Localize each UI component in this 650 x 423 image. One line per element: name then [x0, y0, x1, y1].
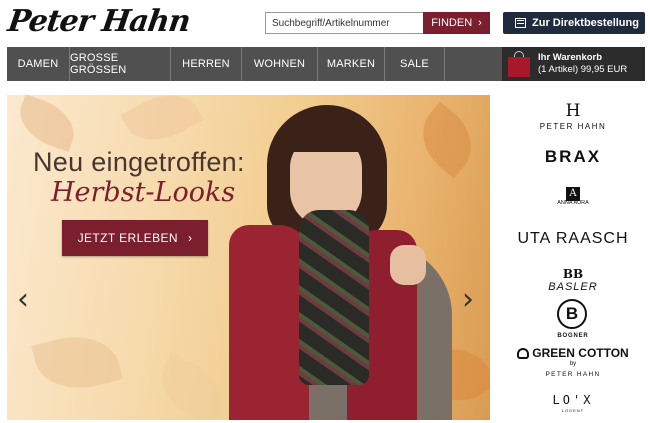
search-button[interactable]: FINDEN › — [423, 12, 490, 34]
cart-title: Ihr Warenkorb — [538, 52, 603, 63]
direct-order-button[interactable]: Zur Direktbestellung — [503, 12, 645, 34]
nav-item-marken[interactable]: MARKEN — [318, 47, 385, 81]
green-cotton-by: by — [569, 361, 577, 367]
cta-button[interactable]: JETZT ERLEBEN › — [62, 220, 208, 256]
brand-uta-raasch[interactable]: UTA RAASCH — [503, 230, 643, 248]
search-button-label: FINDEN — [431, 17, 473, 29]
carousel-next-arrow-icon[interactable]: › — [462, 285, 474, 315]
brand-sidebar: H PETER HAHN BRAX A ANNA AURA UTA RAASCH… — [503, 95, 643, 420]
hero-headline: Neu eingetroffen: — [33, 147, 245, 177]
model-vest — [229, 225, 309, 420]
bogner-icon: B — [557, 299, 587, 329]
hero-banner[interactable]: Neu eingetroffen: Herbst-Looks JETZT ERL… — [7, 95, 490, 420]
cart-summary: (1 Artikel) 99,95 EUR — [538, 64, 628, 75]
hero-subheadline: Herbst-Looks — [51, 177, 236, 208]
anna-aura-icon: A — [503, 183, 643, 201]
leaf-decoration — [120, 95, 204, 155]
leaf-decoration — [11, 95, 83, 153]
brand-basler[interactable]: BASLER — [503, 281, 643, 293]
main-nav: DAMEN GROSSE GRÖSSEN HERREN WOHNEN MARKE… — [7, 47, 645, 81]
nav-item-damen[interactable]: DAMEN — [7, 47, 70, 81]
brand-brax[interactable]: BRAX — [503, 147, 643, 167]
basler-icon: BB — [562, 267, 584, 281]
brand-lox[interactable]: LO'X — [503, 393, 643, 407]
leaf-decoration — [149, 352, 235, 420]
list-icon — [515, 18, 526, 28]
nav-item-herren[interactable]: HERREN — [171, 47, 242, 81]
model-fringe — [285, 120, 369, 152]
chevron-right-icon: › — [478, 17, 482, 29]
brand-green-cotton[interactable]: GREEN COTTON — [503, 346, 643, 360]
model-scarf — [299, 210, 369, 385]
logo[interactable]: Peter Hahn — [5, 2, 226, 42]
search-bar: FINDEN › — [265, 12, 490, 34]
shopping-bag-icon — [508, 51, 530, 77]
nav-item-wohnen[interactable]: WOHNEN — [242, 47, 318, 81]
carousel-prev-arrow-icon[interactable]: ‹ — [17, 285, 29, 315]
green-cotton-peter-hahn: PETER HAHN — [545, 371, 601, 378]
search-input[interactable] — [265, 12, 423, 34]
leaf-decoration — [407, 101, 487, 179]
peter-hahn-monogram[interactable]: H — [503, 101, 643, 121]
nav-item-grosse-groessen[interactable]: GROSSE GRÖSSEN — [70, 47, 171, 81]
nav-item-sale[interactable]: SALE — [385, 47, 445, 81]
brand-bogner[interactable]: BOGNER — [503, 333, 643, 339]
anna-aura-monogram: A — [566, 187, 580, 201]
lox-subtitle: LODENT — [561, 408, 585, 413]
cta-label: JETZT ERLEBEN — [77, 231, 178, 245]
cart-button[interactable]: Ihr Warenkorb (1 Artikel) 99,95 EUR — [502, 47, 645, 81]
direct-order-label: Zur Direktbestellung — [532, 17, 639, 29]
model-hand — [390, 245, 426, 285]
green-cotton-label: GREEN COTTON — [532, 346, 629, 360]
leaf-decoration — [31, 325, 123, 400]
brand-anna-aura[interactable]: ANNA AURA — [503, 200, 643, 206]
brand-peter-hahn[interactable]: PETER HAHN — [503, 122, 643, 131]
green-cotton-icon — [517, 348, 530, 360]
cart-info: Ihr Warenkorb (1 Artikel) 99,95 EUR — [538, 52, 627, 76]
chevron-right-icon: › — [187, 231, 193, 245]
